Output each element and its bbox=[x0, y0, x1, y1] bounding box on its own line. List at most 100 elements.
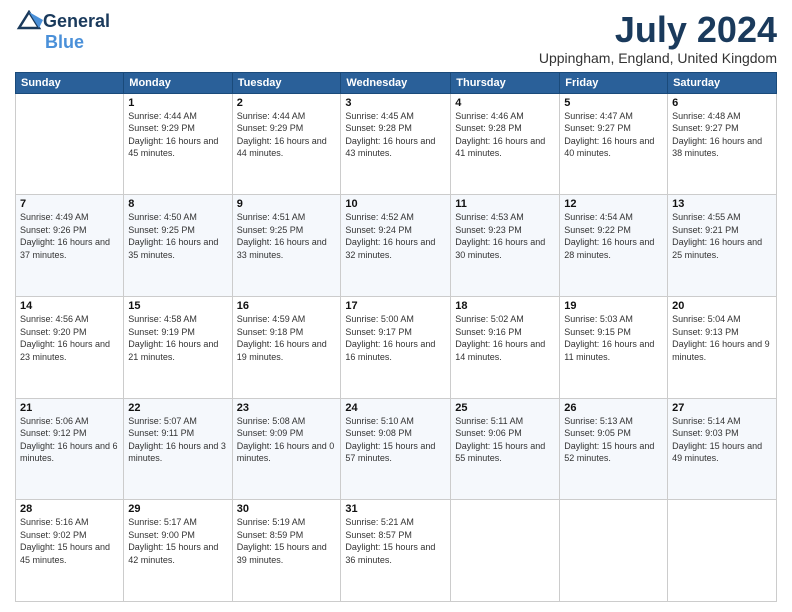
sunrise-text: Sunrise: 5:00 AM bbox=[345, 314, 414, 324]
daylight-text: Daylight: 16 hours and 38 minutes. bbox=[672, 136, 762, 159]
day-number: 23 bbox=[237, 402, 337, 414]
sunrise-text: Sunrise: 5:08 AM bbox=[237, 416, 306, 426]
sunset-text: Sunset: 9:06 PM bbox=[455, 428, 522, 438]
calendar-week-row: 21 Sunrise: 5:06 AM Sunset: 9:12 PM Dayl… bbox=[16, 398, 777, 500]
table-row: 2 Sunrise: 4:44 AM Sunset: 9:29 PM Dayli… bbox=[232, 93, 341, 195]
day-number: 19 bbox=[564, 300, 663, 312]
sunset-text: Sunset: 9:27 PM bbox=[564, 123, 631, 133]
sunrise-text: Sunrise: 5:07 AM bbox=[128, 416, 197, 426]
day-info: Sunrise: 4:58 AM Sunset: 9:19 PM Dayligh… bbox=[128, 313, 227, 363]
day-number: 29 bbox=[128, 503, 227, 515]
day-info: Sunrise: 4:47 AM Sunset: 9:27 PM Dayligh… bbox=[564, 110, 663, 160]
sunset-text: Sunset: 9:19 PM bbox=[128, 327, 195, 337]
day-number: 31 bbox=[345, 503, 446, 515]
sunrise-text: Sunrise: 5:17 AM bbox=[128, 517, 197, 527]
table-row: 29 Sunrise: 5:17 AM Sunset: 9:00 PM Dayl… bbox=[124, 500, 232, 602]
sunrise-text: Sunrise: 5:03 AM bbox=[564, 314, 633, 324]
header-monday: Monday bbox=[124, 72, 232, 93]
sunrise-text: Sunrise: 5:21 AM bbox=[345, 517, 414, 527]
header-saturday: Saturday bbox=[668, 72, 777, 93]
sunrise-text: Sunrise: 4:50 AM bbox=[128, 212, 197, 222]
daylight-text: Daylight: 16 hours and 40 minutes. bbox=[564, 136, 654, 159]
sunset-text: Sunset: 9:03 PM bbox=[672, 428, 739, 438]
day-info: Sunrise: 5:17 AM Sunset: 9:00 PM Dayligh… bbox=[128, 516, 227, 566]
day-number: 8 bbox=[128, 198, 227, 210]
daylight-text: Daylight: 16 hours and 41 minutes. bbox=[455, 136, 545, 159]
location: Uppingham, England, United Kingdom bbox=[539, 50, 777, 66]
table-row: 7 Sunrise: 4:49 AM Sunset: 9:26 PM Dayli… bbox=[16, 195, 124, 297]
table-row: 31 Sunrise: 5:21 AM Sunset: 8:57 PM Dayl… bbox=[341, 500, 451, 602]
daylight-text: Daylight: 15 hours and 49 minutes. bbox=[672, 441, 762, 464]
sunset-text: Sunset: 9:13 PM bbox=[672, 327, 739, 337]
sunrise-text: Sunrise: 5:02 AM bbox=[455, 314, 524, 324]
daylight-text: Daylight: 16 hours and 25 minutes. bbox=[672, 237, 762, 260]
page: General Blue July 2024 Uppingham, Englan… bbox=[0, 0, 792, 612]
daylight-text: Daylight: 16 hours and 28 minutes. bbox=[564, 237, 654, 260]
header: General Blue July 2024 Uppingham, Englan… bbox=[15, 10, 777, 66]
sunrise-text: Sunrise: 4:44 AM bbox=[237, 111, 306, 121]
sunrise-text: Sunrise: 5:10 AM bbox=[345, 416, 414, 426]
sunrise-text: Sunrise: 4:58 AM bbox=[128, 314, 197, 324]
sunset-text: Sunset: 8:59 PM bbox=[237, 530, 304, 540]
table-row: 9 Sunrise: 4:51 AM Sunset: 9:25 PM Dayli… bbox=[232, 195, 341, 297]
sunset-text: Sunset: 9:18 PM bbox=[237, 327, 304, 337]
sunrise-text: Sunrise: 5:14 AM bbox=[672, 416, 741, 426]
sunset-text: Sunset: 9:16 PM bbox=[455, 327, 522, 337]
daylight-text: Daylight: 16 hours and 14 minutes. bbox=[455, 339, 545, 362]
day-number: 21 bbox=[20, 402, 119, 414]
day-number: 2 bbox=[237, 97, 337, 109]
table-row: 13 Sunrise: 4:55 AM Sunset: 9:21 PM Dayl… bbox=[668, 195, 777, 297]
sunset-text: Sunset: 9:28 PM bbox=[345, 123, 412, 133]
sunrise-text: Sunrise: 4:54 AM bbox=[564, 212, 633, 222]
table-row: 16 Sunrise: 4:59 AM Sunset: 9:18 PM Dayl… bbox=[232, 296, 341, 398]
day-info: Sunrise: 4:56 AM Sunset: 9:20 PM Dayligh… bbox=[20, 313, 119, 363]
sunrise-text: Sunrise: 5:11 AM bbox=[455, 416, 523, 426]
daylight-text: Daylight: 16 hours and 6 minutes. bbox=[20, 441, 118, 464]
day-number: 26 bbox=[564, 402, 663, 414]
day-number: 12 bbox=[564, 198, 663, 210]
table-row: 15 Sunrise: 4:58 AM Sunset: 9:19 PM Dayl… bbox=[124, 296, 232, 398]
sunset-text: Sunset: 9:27 PM bbox=[672, 123, 739, 133]
daylight-text: Daylight: 15 hours and 55 minutes. bbox=[455, 441, 545, 464]
logo: General Blue bbox=[15, 10, 110, 53]
sunrise-text: Sunrise: 4:52 AM bbox=[345, 212, 414, 222]
day-number: 11 bbox=[455, 198, 555, 210]
table-row: 14 Sunrise: 4:56 AM Sunset: 9:20 PM Dayl… bbox=[16, 296, 124, 398]
sunrise-text: Sunrise: 4:45 AM bbox=[345, 111, 414, 121]
table-row: 24 Sunrise: 5:10 AM Sunset: 9:08 PM Dayl… bbox=[341, 398, 451, 500]
sunset-text: Sunset: 9:25 PM bbox=[128, 225, 195, 235]
day-number: 22 bbox=[128, 402, 227, 414]
sunset-text: Sunset: 9:17 PM bbox=[345, 327, 412, 337]
day-number: 9 bbox=[237, 198, 337, 210]
sunset-text: Sunset: 9:25 PM bbox=[237, 225, 304, 235]
sunset-text: Sunset: 9:08 PM bbox=[345, 428, 412, 438]
header-thursday: Thursday bbox=[451, 72, 560, 93]
day-info: Sunrise: 4:44 AM Sunset: 9:29 PM Dayligh… bbox=[237, 110, 337, 160]
table-row: 21 Sunrise: 5:06 AM Sunset: 9:12 PM Dayl… bbox=[16, 398, 124, 500]
daylight-text: Daylight: 15 hours and 45 minutes. bbox=[20, 542, 110, 565]
sunset-text: Sunset: 9:09 PM bbox=[237, 428, 304, 438]
day-info: Sunrise: 5:03 AM Sunset: 9:15 PM Dayligh… bbox=[564, 313, 663, 363]
sunset-text: Sunset: 8:57 PM bbox=[345, 530, 412, 540]
table-row: 20 Sunrise: 5:04 AM Sunset: 9:13 PM Dayl… bbox=[668, 296, 777, 398]
sunset-text: Sunset: 9:29 PM bbox=[237, 123, 304, 133]
sunset-text: Sunset: 9:00 PM bbox=[128, 530, 195, 540]
day-info: Sunrise: 4:46 AM Sunset: 9:28 PM Dayligh… bbox=[455, 110, 555, 160]
table-row: 22 Sunrise: 5:07 AM Sunset: 9:11 PM Dayl… bbox=[124, 398, 232, 500]
daylight-text: Daylight: 15 hours and 57 minutes. bbox=[345, 441, 435, 464]
sunset-text: Sunset: 9:22 PM bbox=[564, 225, 631, 235]
sunset-text: Sunset: 9:02 PM bbox=[20, 530, 87, 540]
table-row: 17 Sunrise: 5:00 AM Sunset: 9:17 PM Dayl… bbox=[341, 296, 451, 398]
table-row: 19 Sunrise: 5:03 AM Sunset: 9:15 PM Dayl… bbox=[560, 296, 668, 398]
sunrise-text: Sunrise: 4:55 AM bbox=[672, 212, 741, 222]
header-friday: Friday bbox=[560, 72, 668, 93]
daylight-text: Daylight: 15 hours and 42 minutes. bbox=[128, 542, 218, 565]
day-info: Sunrise: 5:08 AM Sunset: 9:09 PM Dayligh… bbox=[237, 415, 337, 465]
daylight-text: Daylight: 16 hours and 35 minutes. bbox=[128, 237, 218, 260]
table-row bbox=[16, 93, 124, 195]
sunset-text: Sunset: 9:26 PM bbox=[20, 225, 87, 235]
daylight-text: Daylight: 16 hours and 44 minutes. bbox=[237, 136, 327, 159]
day-number: 10 bbox=[345, 198, 446, 210]
day-info: Sunrise: 5:11 AM Sunset: 9:06 PM Dayligh… bbox=[455, 415, 555, 465]
sunrise-text: Sunrise: 4:47 AM bbox=[564, 111, 633, 121]
